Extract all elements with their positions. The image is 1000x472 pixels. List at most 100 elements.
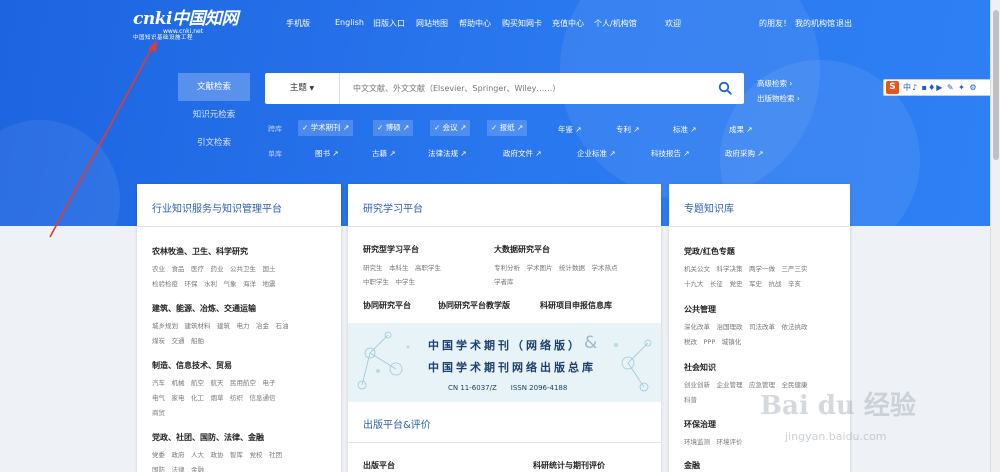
link-gov-docs[interactable]: 政府文件 ↗ (503, 148, 542, 159)
scrollbar-thumb[interactable] (993, 10, 999, 160)
external-link-icon: ↗ (389, 149, 396, 158)
nav-personal-link[interactable]: 个人/机构馆 (594, 18, 637, 29)
group-links[interactable]: 检验检疫 环保 水利 气象 海洋 地震 (152, 278, 276, 288)
panel-title[interactable]: 专题知识库 (684, 200, 734, 215)
group-links[interactable]: 机关公文 科学决策 两学一做 三严三实 (684, 263, 808, 273)
journal-banner[interactable]: 中国学术期刊（网络版） & 中国学术期刊网络出版总库 CN 11-6037/Z … (348, 323, 661, 402)
publication-search-link[interactable]: 出版物检索 › (757, 93, 800, 104)
group-heading[interactable]: 建筑、能源、冶炼、交通运输 (152, 303, 256, 314)
platform-links[interactable]: 研究生 本科生 高职学生 (363, 262, 441, 272)
group-heading[interactable]: 社会知识 (684, 362, 716, 373)
platform-links[interactable]: 学者库 (494, 276, 514, 286)
search-input[interactable] (353, 81, 693, 96)
link-standard[interactable]: 标准 ↗ (673, 124, 697, 135)
external-link-icon: ↗ (609, 149, 616, 158)
chip-newspaper[interactable]: ✓ 报纸 ↗ (487, 120, 528, 136)
advanced-search-link[interactable]: 高级检索 › (757, 78, 792, 89)
logo-url: www.cnki.net (163, 28, 204, 35)
link-patent[interactable]: 专利 ↗ (616, 124, 640, 135)
group-links[interactable]: 环境监测 环境评价 (684, 436, 743, 446)
group-links[interactable]: 城乡规划 建筑材料 建筑 电力 冶金 石油 (152, 320, 289, 330)
group-links[interactable]: 党委 政府 人大 政协 智库 党校 社团 (152, 449, 282, 459)
chip-journals[interactable]: ✓ 学术期刊 ↗ (298, 120, 354, 136)
chip-conference[interactable]: ✓ 会议 ↗ (430, 120, 471, 136)
link-achievement[interactable]: 成果 ↗ (729, 124, 753, 135)
tab-knowledge-search[interactable]: 知识元检索 (178, 101, 250, 129)
decor-circle (0, 120, 120, 226)
logo-text: cnki中国知网 (133, 9, 238, 29)
group-heading[interactable]: 党政、社团、国防、法律、金融 (152, 432, 264, 443)
group-links[interactable]: 科普 (684, 394, 697, 404)
link-label: 古籍 (372, 149, 387, 158)
link-label: 政府采购 (725, 149, 755, 158)
chip-theses[interactable]: ✓ 博硕 ↗ (373, 120, 414, 136)
link-label: 图书 (315, 149, 330, 158)
link-gov-procurement[interactable]: 政府采购 ↗ (725, 148, 764, 159)
panel-subtitle[interactable]: 出版平台&评价 (363, 416, 431, 431)
nav-old-version-link[interactable]: 旧版入口 (373, 18, 405, 29)
search-icon[interactable] (718, 81, 732, 95)
nav-buy-card-link[interactable]: 购买知网卡 (502, 18, 542, 29)
subject-dropdown[interactable]: 主题 ▼ (265, 73, 340, 104)
link-enterprise-std[interactable]: 企业标准 ↗ (577, 148, 616, 159)
nav-my-org-link[interactable]: 我的机构馆 (795, 18, 835, 29)
platform-heading[interactable]: 大数据研究平台 (494, 244, 550, 255)
platform-heading[interactable]: 研究型学习平台 (363, 244, 419, 255)
group-heading[interactable]: 金融 (684, 460, 700, 471)
panel-title[interactable]: 研究学习平台 (363, 200, 423, 215)
tab-citation-search[interactable]: 引文检索 (178, 129, 250, 157)
platform-links[interactable]: 专利分析 学术图片 统计数据 学术热点 (494, 262, 618, 272)
nav-help-link[interactable]: 帮助中心 (459, 18, 491, 29)
vertical-scrollbar[interactable] (990, 0, 1000, 472)
external-link-icon: ↗ (460, 149, 467, 158)
chip-label: 报纸 (499, 123, 515, 132)
link-laws[interactable]: 法律法规 ↗ (428, 148, 467, 159)
nav-logout-link[interactable]: 退出 (836, 18, 852, 29)
platform-heading[interactable]: 科研项目申报信息库 (540, 300, 612, 311)
external-link-icon: ↗ (343, 123, 350, 132)
platform-heading[interactable]: 协同研究平台 (363, 300, 411, 311)
external-link-icon: ↗ (535, 149, 542, 158)
group-links[interactable]: 商贸 (152, 407, 165, 417)
link-tech-reports[interactable]: 科技报告 ↗ (651, 148, 690, 159)
group-heading[interactable]: 环保治理 (684, 419, 716, 430)
group-heading[interactable]: 农林牧渔、卫生、科学研究 (152, 246, 248, 257)
welcome-friend-text: 的朋友！ (759, 19, 791, 28)
ime-toolbar[interactable]: S 中♪ ▪♦▶ ✎ ✦ ⚙ (883, 79, 996, 96)
link-ancient-books[interactable]: 古籍 ↗ (372, 148, 396, 159)
group-links[interactable]: 汽车 机械 航空 航天 民用航空 电子 (152, 377, 276, 387)
platform-heading[interactable]: 出版平台 (363, 460, 395, 471)
link-yearbook[interactable]: 年鉴 ↗ (558, 124, 582, 135)
link-books[interactable]: 图书 ↗ (315, 148, 339, 159)
group-heading[interactable]: 公共管理 (684, 304, 716, 315)
nav-recharge-link[interactable]: 充值中心 (552, 18, 584, 29)
tab-literature-search[interactable]: 文献检索 (178, 73, 250, 101)
banner-issn: CN 11-6037/Z ISSN 2096-4188 (448, 384, 568, 392)
group-links[interactable]: 国防 法律 金融 (152, 464, 204, 472)
welcome-text: 欢迎 (665, 19, 681, 28)
link-label: 法律法规 (428, 149, 458, 158)
group-links[interactable]: 煤炭 交通 船舶 (152, 335, 204, 345)
nav-english-link[interactable]: English (335, 18, 364, 27)
group-heading[interactable]: 制造、信息技术、贸易 (152, 360, 232, 371)
sogou-icon[interactable]: S (886, 81, 899, 94)
group-links[interactable]: 电气 家电 化工 烟草 纺织 信息通信 (152, 392, 276, 402)
link-label: 成果 (729, 125, 744, 134)
baidu-watermark: Bai du 经验 (760, 391, 916, 421)
platform-links[interactable]: 中职学生 中学生 (363, 276, 415, 286)
group-links[interactable]: 农业 食品 医疗 药业 公共卫生 国土 (152, 263, 276, 273)
panel-title[interactable]: 行业知识服务与知识管理平台 (152, 200, 282, 215)
nav-mobile-link[interactable]: 手机版 (286, 18, 310, 29)
cnki-logo[interactable]: cnki中国知网 www.cnki.net 中国知识基础设施工程 (133, 11, 238, 42)
platform-heading[interactable]: 协同研究平台教学版 (438, 300, 510, 311)
ime-toolbar-icons[interactable]: 中♪ ▪♦▶ ✎ ✦ ⚙ (903, 82, 978, 93)
group-links[interactable]: 深化改革 治国理政 司法改革 依法执政 (684, 321, 808, 331)
chevron-right-icon: › (789, 79, 793, 88)
platform-heading[interactable]: 科研统计与期刊评价 (533, 460, 605, 471)
nav-sitemap-link[interactable]: 网站地图 (416, 18, 448, 29)
group-links[interactable]: 税改 PPP 城镇化 (684, 336, 741, 346)
group-links[interactable]: 十九大 长征 党史 军史 抗战 辛亥 (684, 278, 801, 288)
link-label: 标准 (673, 125, 688, 134)
advanced-search-label: 高级检索 (757, 79, 787, 88)
group-heading[interactable]: 党政/红色专题 (684, 246, 735, 257)
